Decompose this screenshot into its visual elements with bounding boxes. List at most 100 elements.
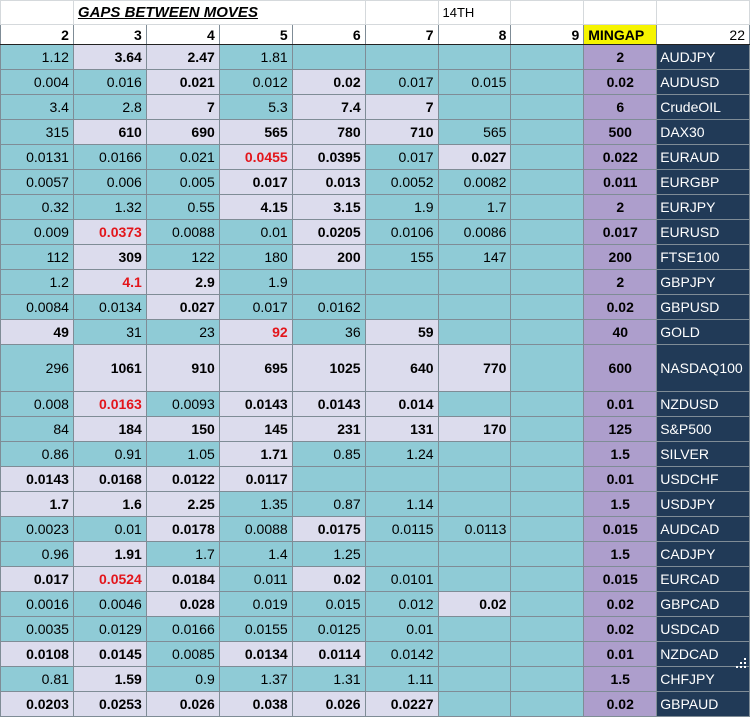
gap-cell[interactable]: 0.0086 [437, 219, 512, 245]
gap-cell[interactable] [510, 441, 585, 467]
gap-cell[interactable]: 0.0162 [291, 294, 366, 320]
gap-cell[interactable]: 0.0524 [72, 566, 147, 592]
gap-cell[interactable]: 0.0134 [218, 641, 293, 667]
gap-cell[interactable]: 0.0093 [145, 391, 220, 417]
gap-cell[interactable]: 0.0134 [72, 294, 147, 320]
gap-cell[interactable]: 0.013 [291, 169, 366, 195]
gap-cell[interactable]: 0.0122 [145, 466, 220, 492]
gap-cell[interactable] [510, 616, 585, 642]
gap-cell[interactable]: 1.31 [291, 666, 366, 692]
gap-cell[interactable]: 0.015 [437, 69, 512, 95]
gap-cell[interactable]: 0.017 [0, 566, 74, 592]
gap-cell[interactable]: 0.0106 [364, 219, 439, 245]
pair-name-cell[interactable]: GBPCAD [656, 591, 750, 617]
gap-cell[interactable]: 1.81 [218, 44, 293, 70]
mingap-cell[interactable]: 6 [583, 94, 658, 120]
pair-name-cell[interactable]: GBPAUD [656, 691, 750, 717]
gap-cell[interactable]: 0.85 [291, 441, 366, 467]
gap-cell[interactable]: 3.15 [291, 194, 366, 220]
pair-count-header[interactable]: 22 [656, 24, 750, 45]
mingap-cell[interactable]: 0.01 [583, 391, 658, 417]
gap-cell[interactable]: 0.0155 [218, 616, 293, 642]
mingap-cell[interactable]: 2 [583, 194, 658, 220]
col-header-2[interactable]: 2 [0, 24, 74, 45]
gap-cell[interactable]: 0.0084 [0, 294, 74, 320]
resize-grip-icon[interactable] [732, 654, 748, 670]
mingap-cell[interactable]: 1.5 [583, 441, 658, 467]
gap-cell[interactable] [291, 466, 366, 492]
gap-cell[interactable]: 0.0101 [364, 566, 439, 592]
gap-cell[interactable]: 0.017 [218, 294, 293, 320]
gap-cell[interactable]: 5.3 [218, 94, 293, 120]
pair-name-cell[interactable]: CrudeOIL [656, 94, 750, 120]
sheet-title[interactable]: GAPS BETWEEN MOVES [72, 0, 366, 25]
mingap-cell[interactable]: 125 [583, 416, 658, 442]
gap-cell[interactable]: 23 [145, 319, 220, 345]
gap-cell[interactable]: 0.026 [145, 691, 220, 717]
gap-cell[interactable]: 695 [218, 344, 293, 392]
gap-cell[interactable]: 0.017 [218, 169, 293, 195]
gap-cell[interactable]: 0.0166 [72, 144, 147, 170]
gap-cell[interactable]: 0.0168 [72, 466, 147, 492]
pair-name-cell[interactable]: S&P500 [656, 416, 750, 442]
gap-cell[interactable] [510, 144, 585, 170]
gap-cell[interactable]: 0.019 [218, 591, 293, 617]
gap-cell[interactable] [364, 466, 439, 492]
gap-cell[interactable]: 0.0035 [0, 616, 74, 642]
gap-cell[interactable]: 0.91 [72, 441, 147, 467]
gap-cell[interactable]: 0.81 [0, 666, 74, 692]
gap-cell[interactable]: 0.012 [364, 591, 439, 617]
gap-cell[interactable]: 0.0114 [291, 641, 366, 667]
gap-cell[interactable] [510, 119, 585, 145]
gap-cell[interactable] [437, 44, 512, 70]
col-header-4[interactable]: 4 [145, 24, 220, 45]
gap-cell[interactable]: 1061 [72, 344, 147, 392]
gap-cell[interactable]: 0.028 [145, 591, 220, 617]
gap-cell[interactable]: 770 [437, 344, 512, 392]
pair-name-cell[interactable]: EURAUD [656, 144, 750, 170]
gap-cell[interactable]: 0.0115 [364, 516, 439, 542]
gap-cell[interactable] [510, 169, 585, 195]
gap-cell[interactable]: 0.0205 [291, 219, 366, 245]
gap-cell[interactable]: 0.014 [364, 391, 439, 417]
gap-cell[interactable] [364, 44, 439, 70]
gap-cell[interactable]: 7 [364, 94, 439, 120]
title-blank-cell[interactable] [0, 0, 74, 25]
mingap-cell[interactable]: 0.01 [583, 466, 658, 492]
pair-name-cell[interactable]: NZDUSD [656, 391, 750, 417]
pair-name-cell[interactable]: CHFJPY [656, 666, 750, 692]
gap-cell[interactable]: 0.016 [72, 69, 147, 95]
mingap-cell[interactable]: 1.5 [583, 541, 658, 567]
mingap-cell[interactable]: 0.02 [583, 294, 658, 320]
gap-cell[interactable] [364, 294, 439, 320]
gap-cell[interactable]: 1.71 [218, 441, 293, 467]
pair-name-cell[interactable]: USDJPY [656, 491, 750, 517]
gap-cell[interactable]: 0.0082 [437, 169, 512, 195]
gap-cell[interactable] [510, 69, 585, 95]
gap-cell[interactable]: 0.0395 [291, 144, 366, 170]
gap-cell[interactable] [510, 566, 585, 592]
gap-cell[interactable]: 0.32 [0, 194, 74, 220]
gap-cell[interactable]: 0.027 [437, 144, 512, 170]
gap-cell[interactable]: 0.0143 [291, 391, 366, 417]
title-blank-cell[interactable] [364, 0, 439, 25]
gap-cell[interactable] [437, 269, 512, 295]
mingap-cell[interactable]: 0.02 [583, 591, 658, 617]
gap-cell[interactable]: 690 [145, 119, 220, 145]
pair-name-cell[interactable]: USDCAD [656, 616, 750, 642]
gap-cell[interactable] [510, 194, 585, 220]
gap-cell[interactable]: 1.59 [72, 666, 147, 692]
pair-name-cell[interactable]: SILVER [656, 441, 750, 467]
gap-cell[interactable] [510, 491, 585, 517]
col-header-5[interactable]: 5 [218, 24, 293, 45]
gap-cell[interactable]: 0.55 [145, 194, 220, 220]
gap-cell[interactable]: 0.0227 [364, 691, 439, 717]
gap-cell[interactable]: 0.0175 [291, 516, 366, 542]
pair-name-cell[interactable]: AUDUSD [656, 69, 750, 95]
gap-cell[interactable]: 610 [72, 119, 147, 145]
col-header-3[interactable]: 3 [72, 24, 147, 45]
pair-name-cell[interactable]: EURCAD [656, 566, 750, 592]
gap-cell[interactable]: 0.0108 [0, 641, 74, 667]
mingap-cell[interactable]: 500 [583, 119, 658, 145]
gap-cell[interactable] [510, 244, 585, 270]
